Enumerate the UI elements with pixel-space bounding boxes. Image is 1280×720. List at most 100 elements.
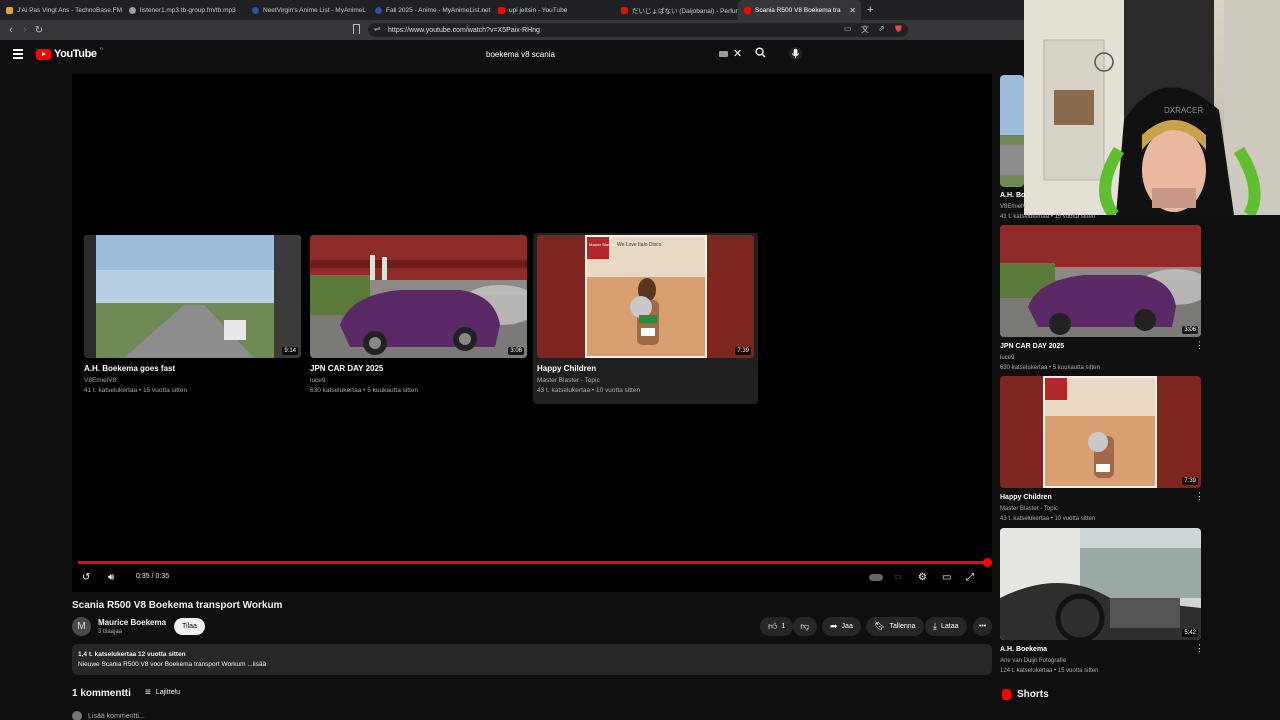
volume-icon[interactable]: 🔊︎ <box>108 572 114 583</box>
description-box[interactable]: 1,4 t. katselukertaa 12 vuotta sitten Ni… <box>72 644 992 675</box>
more-actions-button[interactable]: ••• <box>973 617 992 636</box>
end-screen-title: Happy Children <box>537 364 597 373</box>
browser-tab[interactable]: listener1.mp3.tb-group.fm/tb.mp3 <box>123 0 246 20</box>
brave-shield-icon[interactable]: ⛊ <box>895 24 902 35</box>
microphone-icon[interactable] <box>789 45 802 62</box>
thumbs-down-icon: 👎︎ <box>800 621 810 631</box>
captions-icon[interactable]: ▭ <box>894 572 902 581</box>
like-button[interactable]: 👍︎ 1 <box>760 617 794 636</box>
duration-badge: 7:39 <box>1182 477 1198 485</box>
subscribe-button[interactable]: Tilaa <box>174 618 205 635</box>
clear-search-icon[interactable]: ✕ <box>733 47 742 60</box>
seek-handle[interactable] <box>983 558 992 567</box>
save-label: Tallenna <box>889 623 916 630</box>
browser-tab[interactable]: J'Ai Pas Vingt Ans - TechnoBase.FM <box>0 0 123 20</box>
recommendation-title[interactable]: Happy Children <box>1000 494 1052 501</box>
autoplay-toggle[interactable] <box>869 574 883 581</box>
duration-badge: 3:06 <box>508 347 524 355</box>
channel-name[interactable]: Maurice Boekema <box>98 618 166 627</box>
theater-mode-icon[interactable]: ▭ <box>942 572 951 583</box>
end-screen-thumbnail[interactable]: 3:06 <box>310 235 527 358</box>
browser-tab[interactable]: だいじょばない (Daijobanai) - Perfume <box>615 0 738 20</box>
recommendation-thumbnail[interactable] <box>1000 75 1024 187</box>
search-query: boekema v8 scania <box>486 50 555 59</box>
recommendation-channel: Arie van Duijn Fotografie <box>1000 658 1067 664</box>
browser-tab[interactable]: NeetVirgin's Anime List - MyAnimeL <box>246 0 369 20</box>
search-icon[interactable] <box>755 47 766 58</box>
menu-icon[interactable] <box>13 49 23 61</box>
logo-country: FI <box>99 46 104 51</box>
download-button[interactable]: ⤓ Lataa <box>925 617 967 636</box>
settings-icon[interactable]: ⚙ <box>918 572 927 583</box>
end-screen-thumbnail[interactable]: 9:14 <box>84 235 301 358</box>
subscriber-count: 3 tilaajaa <box>98 629 123 635</box>
more-vertical-icon[interactable]: ⋮ <box>1195 492 1204 501</box>
keyboard-icon[interactable] <box>719 51 728 57</box>
shorts-header[interactable]: Shorts <box>1002 689 1049 700</box>
back-icon[interactable]: ‹ <box>4 24 18 36</box>
tab-favicon-icon <box>621 6 628 14</box>
bookmark-icon[interactable] <box>353 24 360 34</box>
avatar[interactable]: M <box>72 617 91 636</box>
thumbs-up-icon: 👍︎ <box>768 621 778 631</box>
browser-tab[interactable]: Fall 2025 - Anime - MyAnimeList.net <box>369 0 492 20</box>
install-app-icon[interactable]: ▭ <box>844 24 852 33</box>
recommendation-meta: 43 t. katselukertaa • 10 vuotta sitten <box>1000 516 1096 522</box>
recommendation-thumbnail[interactable]: 3:06 <box>1000 225 1201 337</box>
browser-toolbar: ‹ › ↻ ⇌ https://www.youtube.com/watch?v=… <box>0 20 1024 40</box>
end-screen-title: JPN CAR DAY 2025 <box>310 364 384 373</box>
new-tab-button[interactable]: + <box>867 4 873 16</box>
description-stats: 1,4 t. katselukertaa 12 vuotta sitten <box>78 651 186 658</box>
recommendation-thumbnail[interactable]: 7:39 <box>1000 376 1201 488</box>
more-vertical-icon[interactable]: ⋮ <box>1195 341 1204 350</box>
tab-label: J'Ai Pas Vingt Ans - TechnoBase.FM <box>17 6 123 14</box>
url-text: https://www.youtube.com/watch?v=X5Paix-R… <box>388 26 540 34</box>
replay-icon[interactable]: ↺ <box>82 572 90 583</box>
reload-icon[interactable]: ↻ <box>32 25 46 36</box>
youtube-logo[interactable]: YouTube FI <box>36 46 104 60</box>
screen: J'Ai Pas Vingt Ans - TechnoBase.FM liste… <box>0 0 1280 720</box>
end-screen-card[interactable]: 3:06 JPN CAR DAY 2025 luce9 630 katseluk… <box>310 235 530 396</box>
browser-tab-active[interactable]: Scania R500 V8 Boekema tra ✕ <box>738 0 861 20</box>
save-button[interactable]: 🔖︎ Tallenna <box>866 617 924 636</box>
end-screen-meta: 41 t. katselukertaa • 15 vuotta sitten <box>84 386 188 394</box>
tab-label: listener1.mp3.tb-group.fm/tb.mp3 <box>140 6 236 14</box>
tab-favicon-icon <box>252 6 259 14</box>
end-screen-card[interactable]: Master Blaster We Love Italo Disco 7:39 … <box>533 233 758 404</box>
tab-label: upi jeltsin - YouTube <box>509 6 568 14</box>
download-icon: ⤓ <box>933 621 937 631</box>
site-info-icon[interactable]: ⇌ <box>374 24 381 33</box>
browser-tab-strip: J'Ai Pas Vingt Ans - TechnoBase.FM liste… <box>0 0 1024 20</box>
more-horizontal-icon: ••• <box>978 623 987 630</box>
video-title: Scania R500 V8 Boekema transport Workum <box>72 600 283 611</box>
add-comment-placeholder: Lisää kommentti... <box>88 712 145 720</box>
dislike-button[interactable]: 👎︎ <box>793 617 817 636</box>
recommendation-title[interactable]: A.H. Bo <box>1000 192 1025 199</box>
duration-badge: 7:39 <box>735 347 751 355</box>
shorts-icon <box>1002 689 1011 700</box>
sort-comments-button[interactable]: ≡ Lajittelu <box>145 687 180 698</box>
translate-icon[interactable]: 文 <box>861 24 869 35</box>
share-button[interactable]: ➦ Jaa <box>822 617 861 636</box>
recommendation-title[interactable]: A.H. Boekema <box>1000 646 1047 653</box>
sort-label: Lajittelu <box>155 689 180 696</box>
address-bar[interactable]: ⇌ https://www.youtube.com/watch?v=X5Paix… <box>368 23 908 37</box>
seek-bar[interactable] <box>78 561 988 564</box>
add-comment-input[interactable]: Lisää kommentti... <box>72 711 145 720</box>
end-screen-card[interactable]: 9:14 A.H. Boekema goes fast V8EmielV8 41… <box>84 235 304 396</box>
share-arrow-icon: ➦ <box>830 621 838 631</box>
recommendation-thumbnail[interactable]: 5:42 <box>1000 528 1201 640</box>
browser-tab[interactable]: upi jeltsin - YouTube <box>492 0 615 20</box>
bookmark-save-icon: 🔖︎ <box>874 621 886 631</box>
like-count: 1 <box>781 623 786 630</box>
forward-icon[interactable]: › <box>18 24 32 36</box>
search-input[interactable]: boekema v8 scania ✕ <box>476 44 746 65</box>
share-icon[interactable]: ⇗ <box>878 24 885 33</box>
video-player[interactable]: 9:14 A.H. Boekema goes fast V8EmielV8 41… <box>72 74 992 592</box>
close-tab-icon[interactable]: ✕ <box>849 6 856 15</box>
recommendation-title[interactable]: JPN CAR DAY 2025 <box>1000 343 1064 350</box>
more-vertical-icon[interactable]: ⋮ <box>1195 644 1204 653</box>
fullscreen-icon[interactable]: ⤢ <box>966 572 974 583</box>
end-screen-title: A.H. Boekema goes fast <box>84 364 176 373</box>
end-screen-thumbnail[interactable]: Master Blaster We Love Italo Disco 7:39 <box>537 235 754 358</box>
